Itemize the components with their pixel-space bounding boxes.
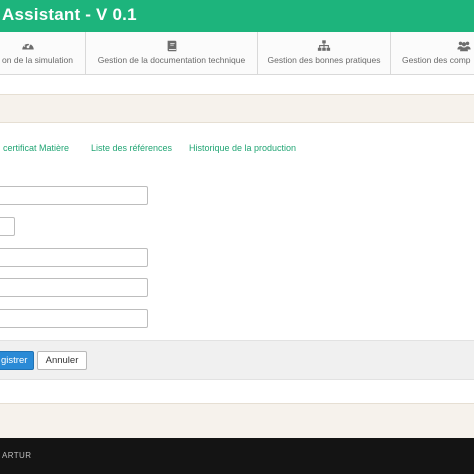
- cancel-button[interactable]: Annuler: [37, 351, 87, 370]
- nav-item-documentation[interactable]: Gestion de la documentation technique: [86, 32, 258, 74]
- form-action-bar: gistrer Annuler: [0, 340, 474, 380]
- save-button[interactable]: gistrer: [0, 351, 34, 370]
- nav-label: Gestion des comp: [402, 55, 471, 65]
- sitemap-hierarchy-icon: [317, 40, 331, 51]
- dashboard-gauge-icon: [22, 41, 34, 50]
- section-footer-band: [0, 403, 474, 438]
- form-field-4[interactable]: [0, 278, 148, 297]
- users-group-icon: [457, 41, 471, 52]
- nav-item-bonnes-pratiques[interactable]: Gestion des bonnes pratiques: [258, 32, 391, 74]
- nav-item-simulation[interactable]: on de la simulation: [0, 32, 86, 74]
- tab-historique-production[interactable]: Historique de la production: [189, 143, 296, 153]
- page-footer: ARTUR: [0, 438, 474, 474]
- form-field-3[interactable]: [0, 248, 148, 267]
- nav-label: Gestion des bonnes pratiques: [267, 55, 381, 65]
- nav-label: on de la simulation: [2, 55, 73, 65]
- book-icon: [167, 40, 177, 52]
- nav-label: Gestion de la documentation technique: [97, 55, 246, 65]
- form-field-1[interactable]: [0, 186, 148, 205]
- form-field-2[interactable]: [0, 217, 15, 236]
- footer-text: ARTUR: [2, 451, 32, 460]
- form-field-5[interactable]: [0, 309, 148, 328]
- app-title: Assistant - V 0.1: [2, 5, 137, 24]
- tab-certificat-matiere[interactable]: certificat Matière: [3, 143, 69, 153]
- app-header: Assistant - V 0.1: [0, 0, 474, 32]
- main-nav: on de la simulation Gestion de la docume…: [0, 32, 474, 75]
- tab-liste-references[interactable]: Liste des références: [91, 143, 172, 153]
- nav-item-competences[interactable]: Gestion des comp: [391, 32, 474, 74]
- section-header-band: [0, 94, 474, 123]
